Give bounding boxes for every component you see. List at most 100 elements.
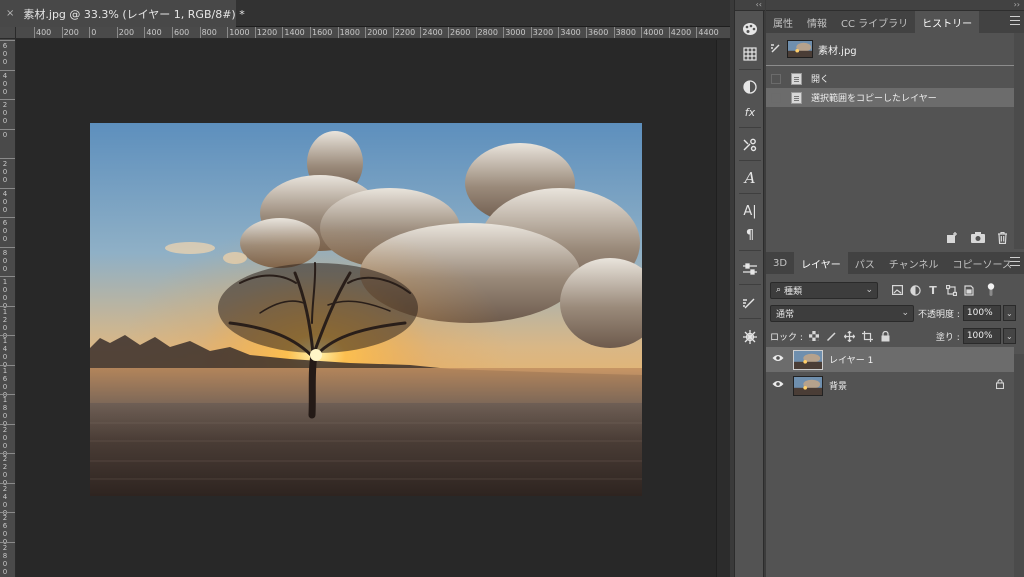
lock-artboard-icon[interactable] [861, 329, 875, 343]
camera-snapshot-icon[interactable] [971, 232, 985, 246]
brush-presets-icon[interactable] [735, 292, 765, 314]
layer-filter-dropdown[interactable]: ⌕ 種類 ⌄ [770, 281, 878, 299]
layers-scrollbar[interactable] [1014, 354, 1024, 577]
tab-clone-source[interactable]: コピーソース [945, 252, 1019, 274]
ruler-tick [668, 27, 670, 38]
brush-settings-icon[interactable] [735, 134, 765, 156]
lock-label: ロック : [770, 332, 803, 343]
document-tab[interactable]: × 素材.jpg @ 33.3% (レイヤー 1, RGB/8#) * [0, 0, 245, 27]
tab-3d[interactable]: 3D [766, 252, 794, 274]
trash-icon[interactable] [997, 231, 1008, 247]
ruler-origin[interactable] [0, 27, 16, 39]
ruler-tick [172, 27, 173, 38]
ruler-label: 400 [36, 28, 52, 37]
filter-smart-object-icon[interactable] [962, 283, 976, 297]
ruler-tick [392, 27, 394, 38]
ruler-tick [0, 482, 15, 484]
filter-shape-icon[interactable] [944, 283, 958, 297]
panel-menu-icon[interactable] [1010, 257, 1020, 266]
ruler-label: 2800 [477, 28, 498, 37]
history-source-checkbox[interactable] [771, 92, 781, 103]
ruler-label: 1400 [284, 28, 305, 37]
ruler-tick [0, 453, 15, 454]
tab-info[interactable]: 情報 [800, 11, 834, 33]
lock-position-icon[interactable] [843, 329, 857, 343]
blend-mode-dropdown[interactable]: 通常 ⌄ [770, 304, 914, 322]
fx-icon[interactable]: fx [735, 101, 765, 123]
layer-row[interactable]: 背景 [766, 373, 1014, 398]
layer-name[interactable]: レイヤー 1 [829, 353, 873, 366]
ruler-label: 2400 [422, 28, 443, 37]
filter-type-icon[interactable]: T [926, 283, 940, 297]
history-brush-source-icon[interactable] [766, 42, 786, 57]
ruler-tick [613, 27, 615, 38]
layer-row[interactable]: レイヤー 1 [766, 347, 1014, 372]
strip-separator [739, 127, 761, 128]
character-icon[interactable]: A| [735, 200, 765, 222]
tab-layers[interactable]: レイヤー [794, 252, 848, 274]
paragraph-icon[interactable]: ¶ [735, 224, 765, 246]
layer-name[interactable]: 背景 [829, 379, 847, 392]
new-document-from-state-icon[interactable] [945, 231, 959, 247]
filter-adjustment-icon[interactable] [908, 283, 922, 297]
collapse-panels-button[interactable]: ›› [1014, 0, 1020, 10]
ruler-tick [89, 27, 91, 38]
ruler-label: 6 0 0 [2, 219, 8, 243]
lock-all-icon[interactable] [879, 329, 893, 343]
blend-mode-value: 通常 [776, 309, 795, 320]
opacity-slider-toggle-icon[interactable]: ⌄ [1002, 305, 1016, 321]
history-source-checkbox[interactable] [771, 73, 781, 84]
ruler-tick [0, 217, 15, 218]
filter-toggle-icon[interactable] [984, 283, 998, 297]
fill-field[interactable]: 100% [962, 328, 1001, 344]
strip-separator [739, 69, 761, 70]
ruler-label: 1800 [339, 28, 360, 37]
eye-visibility-icon[interactable] [766, 380, 790, 391]
ruler-tick [0, 335, 15, 336]
tab-channels[interactable]: チャンネル [882, 252, 946, 274]
vertical-ruler[interactable]: 6 0 04 0 02 0 002 0 04 0 06 0 08 0 01 0 … [0, 39, 16, 577]
search-icon: ⌕ [776, 285, 782, 295]
document-state-icon [791, 91, 802, 104]
panel-menu-icon[interactable] [1010, 16, 1020, 25]
opacity-field[interactable]: 100% [962, 305, 1001, 321]
history-scrollbar[interactable] [1014, 33, 1024, 249]
tab-cc-libraries[interactable]: CC ライブラリ [834, 11, 915, 33]
close-tab-icon[interactable]: × [6, 8, 14, 19]
ruler-label: 600 [174, 28, 190, 37]
grid-swatches-icon[interactable] [735, 43, 765, 65]
horizontal-ruler[interactable]: 400 200 0 200 400 600 800 1000 1200 1400 1600 1800 2… [16, 27, 730, 39]
canvas-area[interactable] [16, 40, 716, 577]
blend-opacity-row: 通常 ⌄ 不透明度 : 100% ⌄ [770, 304, 1016, 322]
document-window: × 素材.jpg @ 33.3% (レイヤー 1, RGB/8#) * 400 2… [0, 0, 730, 577]
lock-image-pixels-icon[interactable] [825, 329, 839, 343]
properties-sliders-icon[interactable] [735, 258, 765, 280]
eye-visibility-icon[interactable] [766, 354, 790, 365]
ruler-tick [199, 27, 201, 38]
navigator-icon[interactable] [735, 326, 765, 348]
fill-slider-toggle-icon[interactable]: ⌄ [1002, 328, 1016, 344]
ruler-label: 4400 [698, 28, 719, 37]
adjustment-icon[interactable] [735, 76, 765, 98]
lock-transparent-pixels-icon[interactable] [807, 329, 821, 343]
glyphs-icon[interactable]: A [735, 167, 765, 189]
collapse-strip-button[interactable]: ‹‹ [735, 0, 765, 11]
ruler-label: 2000 [367, 28, 388, 37]
ruler-tick [0, 40, 15, 41]
filter-pixel-icon[interactable] [890, 283, 904, 297]
tab-history[interactable]: ヒストリー [915, 11, 980, 33]
ruler-tick [0, 246, 15, 248]
history-snapshot[interactable]: 素材.jpg [766, 36, 1024, 62]
layer-filter-row: ⌕ 種類 ⌄ T [770, 281, 998, 299]
palette-icon[interactable] [735, 18, 765, 40]
tab-properties[interactable]: 属性 [766, 11, 800, 33]
ruler-tick [254, 27, 256, 38]
history-state-layer-via-copy[interactable]: 選択範囲をコピーしたレイヤー [766, 88, 1014, 107]
tab-paths[interactable]: パス [848, 252, 882, 274]
history-state-open[interactable]: 開く [766, 69, 1014, 88]
lock-icon[interactable] [995, 379, 1005, 392]
vertical-scrollbar[interactable] [716, 40, 730, 577]
document-tab-title: 素材.jpg @ 33.3% (レイヤー 1, RGB/8#) * [23, 7, 245, 21]
lock-fill-row: ロック : 塗り : 100% ⌄ [770, 327, 1016, 345]
layers-panel-tabs: 3D レイヤー パス チャンネル コピーソース [766, 252, 1024, 274]
